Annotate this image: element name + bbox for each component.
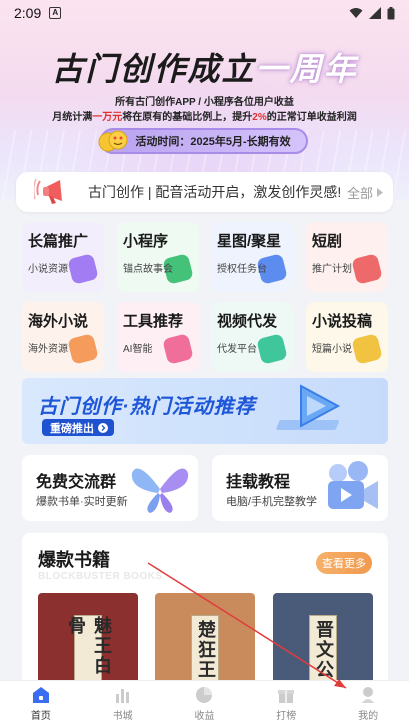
nav-label: 首页 xyxy=(30,711,51,722)
card-tool-recommend[interactable]: 工具推荐 AI智能 xyxy=(117,302,199,372)
hero-banner[interactable]: 古门创作成立一周年 所有古门创作APP / 小程序各位用户收益 月统计满一万元将… xyxy=(0,0,409,200)
status-bar: 2:09 A xyxy=(0,0,409,26)
home-icon xyxy=(32,687,49,703)
hero-sub2-percent: 2% xyxy=(252,112,267,123)
emoji-faces-icon xyxy=(98,130,128,152)
free-group-card[interactable]: 免费交流群 爆款书单·实时更新 xyxy=(22,455,198,521)
activity-period-pill: 活动时间：2025年5月-长期有效 xyxy=(100,128,308,154)
card-title: 短剧 xyxy=(312,233,343,250)
nav-label: 打榜 xyxy=(276,711,297,722)
card-title: 小说投稿 xyxy=(312,313,373,330)
megaphone-icon xyxy=(34,178,62,204)
book-title: 楚狂王 xyxy=(191,615,219,685)
card-short-drama[interactable]: 短剧 推广计划 xyxy=(306,222,388,292)
hero-title-highlight: 一周年 xyxy=(255,51,358,87)
book-cover[interactable]: 魅王白骨 xyxy=(38,593,138,693)
book-title: 晋文公 xyxy=(309,615,337,685)
card-subtitle: 海外资源 xyxy=(28,344,68,355)
card-novel-submit[interactable]: 小说投稿 短篇小说 xyxy=(306,302,388,372)
nav-home[interactable]: 首页 xyxy=(0,681,82,727)
promo-title: 古门创作·热门活动推荐 xyxy=(38,396,256,418)
books-title: 爆款书籍 xyxy=(38,546,110,572)
card-subtitle: 短篇小说 xyxy=(312,344,352,355)
status-time: 2:09 xyxy=(14,5,42,21)
status-icons xyxy=(349,6,395,20)
video-camera-icon xyxy=(328,461,378,509)
card-subtitle: 锚点故事会 xyxy=(123,264,173,275)
books-title-en: BLOCKBUSTER BOOKS xyxy=(38,571,163,582)
card-title: 长篇推广 xyxy=(28,233,89,250)
chevron-right-icon xyxy=(377,187,383,197)
card-subtitle: 推广计划 xyxy=(312,264,352,275)
profile-icon xyxy=(362,687,375,703)
promo-badge-label: 重磅推出 xyxy=(50,422,94,435)
mount-tutorial-card[interactable]: 挂载教程 电脑/手机完整教学 xyxy=(212,455,388,521)
signal-icon xyxy=(369,7,381,19)
card-subtitle: AI智能 xyxy=(123,344,153,355)
card-star-map[interactable]: 星图/聚星 授权任务台 xyxy=(211,222,293,292)
card-video-publish[interactable]: 视频代发 代发平台 xyxy=(211,302,293,372)
book-cover[interactable]: 晋文公 xyxy=(273,593,373,693)
announcement-bar[interactable]: 古门创作 | 配音活动开启，激发创作灵感! 全部 xyxy=(16,172,393,212)
bottom-nav: 首页 书城 收益 打榜 我的 xyxy=(0,680,409,727)
hero-sub2-part-a: 月统计满 xyxy=(52,112,93,123)
card-title: 小程序 xyxy=(123,233,169,250)
battery-icon xyxy=(387,6,395,19)
announcement-text: 古门创作 | 配音活动开启，激发创作灵感! xyxy=(88,184,342,200)
card-subtitle: 小说资源 xyxy=(28,264,68,275)
tutorial-title: 挂载教程 xyxy=(226,474,291,491)
hero-sub2-amount: 一万元 xyxy=(92,112,123,123)
card-title: 视频代发 xyxy=(217,313,278,330)
card-subtitle: 代发平台 xyxy=(217,344,257,355)
free-group-title: 免费交流群 xyxy=(36,474,117,491)
nav-mine[interactable]: 我的 xyxy=(327,681,409,727)
wifi-icon xyxy=(349,8,363,18)
bookstore-icon xyxy=(115,689,129,703)
card-long-promo[interactable]: 长篇推广 小说资源 xyxy=(22,222,104,292)
promo-badge-button[interactable]: 重磅推出 xyxy=(42,419,114,436)
activity-period-text: 活动时间：2025年5月-长期有效 xyxy=(135,136,291,148)
nav-label: 书城 xyxy=(112,711,133,722)
tutorial-subtitle: 电脑/手机完整教学 xyxy=(226,496,318,508)
view-all-label: 全部 xyxy=(346,185,373,201)
nav-ranking[interactable]: 打榜 xyxy=(245,681,327,727)
butterfly-icon xyxy=(131,468,189,513)
card-subtitle: 授权任务台 xyxy=(217,264,267,275)
card-mini-program[interactable]: 小程序 锚点故事会 xyxy=(117,222,199,292)
notification-icon: A xyxy=(49,7,62,19)
hero-sub2-part-c: 的正常订单收益利润 xyxy=(266,112,357,123)
hot-activity-banner[interactable]: 古门创作·热门活动推荐 重磅推出 xyxy=(22,378,388,444)
gift-icon xyxy=(278,690,295,703)
book-title: 魅王白骨 xyxy=(65,615,112,685)
nav-label: 我的 xyxy=(358,711,379,722)
blockbuster-books-section: 爆款书籍 BLOCKBUSTER BOOKS 查看更多 魅王白骨 楚狂王 晋文公 xyxy=(22,533,388,693)
card-title: 星图/聚星 xyxy=(217,233,282,250)
free-group-subtitle: 爆款书单·实时更新 xyxy=(36,496,128,508)
hero-sub2-part-b: 将在原有的基础比例上，提升 xyxy=(122,112,253,123)
arrow-circle-icon xyxy=(98,422,108,433)
card-title: 海外小说 xyxy=(28,313,89,330)
hero-subtitle-1: 所有古门创作APP / 小程序各位用户收益 xyxy=(115,97,294,108)
nav-label: 收益 xyxy=(194,711,215,722)
nav-bookstore[interactable]: 书城 xyxy=(82,681,164,727)
play-icon xyxy=(276,384,341,430)
card-overseas-novel[interactable]: 海外小说 海外资源 xyxy=(22,302,104,372)
card-title: 工具推荐 xyxy=(123,313,184,330)
hero-subtitle-2: 月统计满一万元将在原有的基础比例上，提升2%的正常订单收益利润 xyxy=(0,108,409,123)
book-cover[interactable]: 楚狂王 xyxy=(155,593,255,693)
earnings-icon xyxy=(196,687,213,703)
view-more-button[interactable]: 查看更多 xyxy=(316,552,372,574)
hero-title-main: 古门创作成立 xyxy=(51,51,256,87)
hero-title: 古门创作成立一周年 xyxy=(0,44,409,90)
nav-earnings[interactable]: 收益 xyxy=(164,681,246,727)
view-all-button[interactable]: 全部 xyxy=(347,183,383,202)
